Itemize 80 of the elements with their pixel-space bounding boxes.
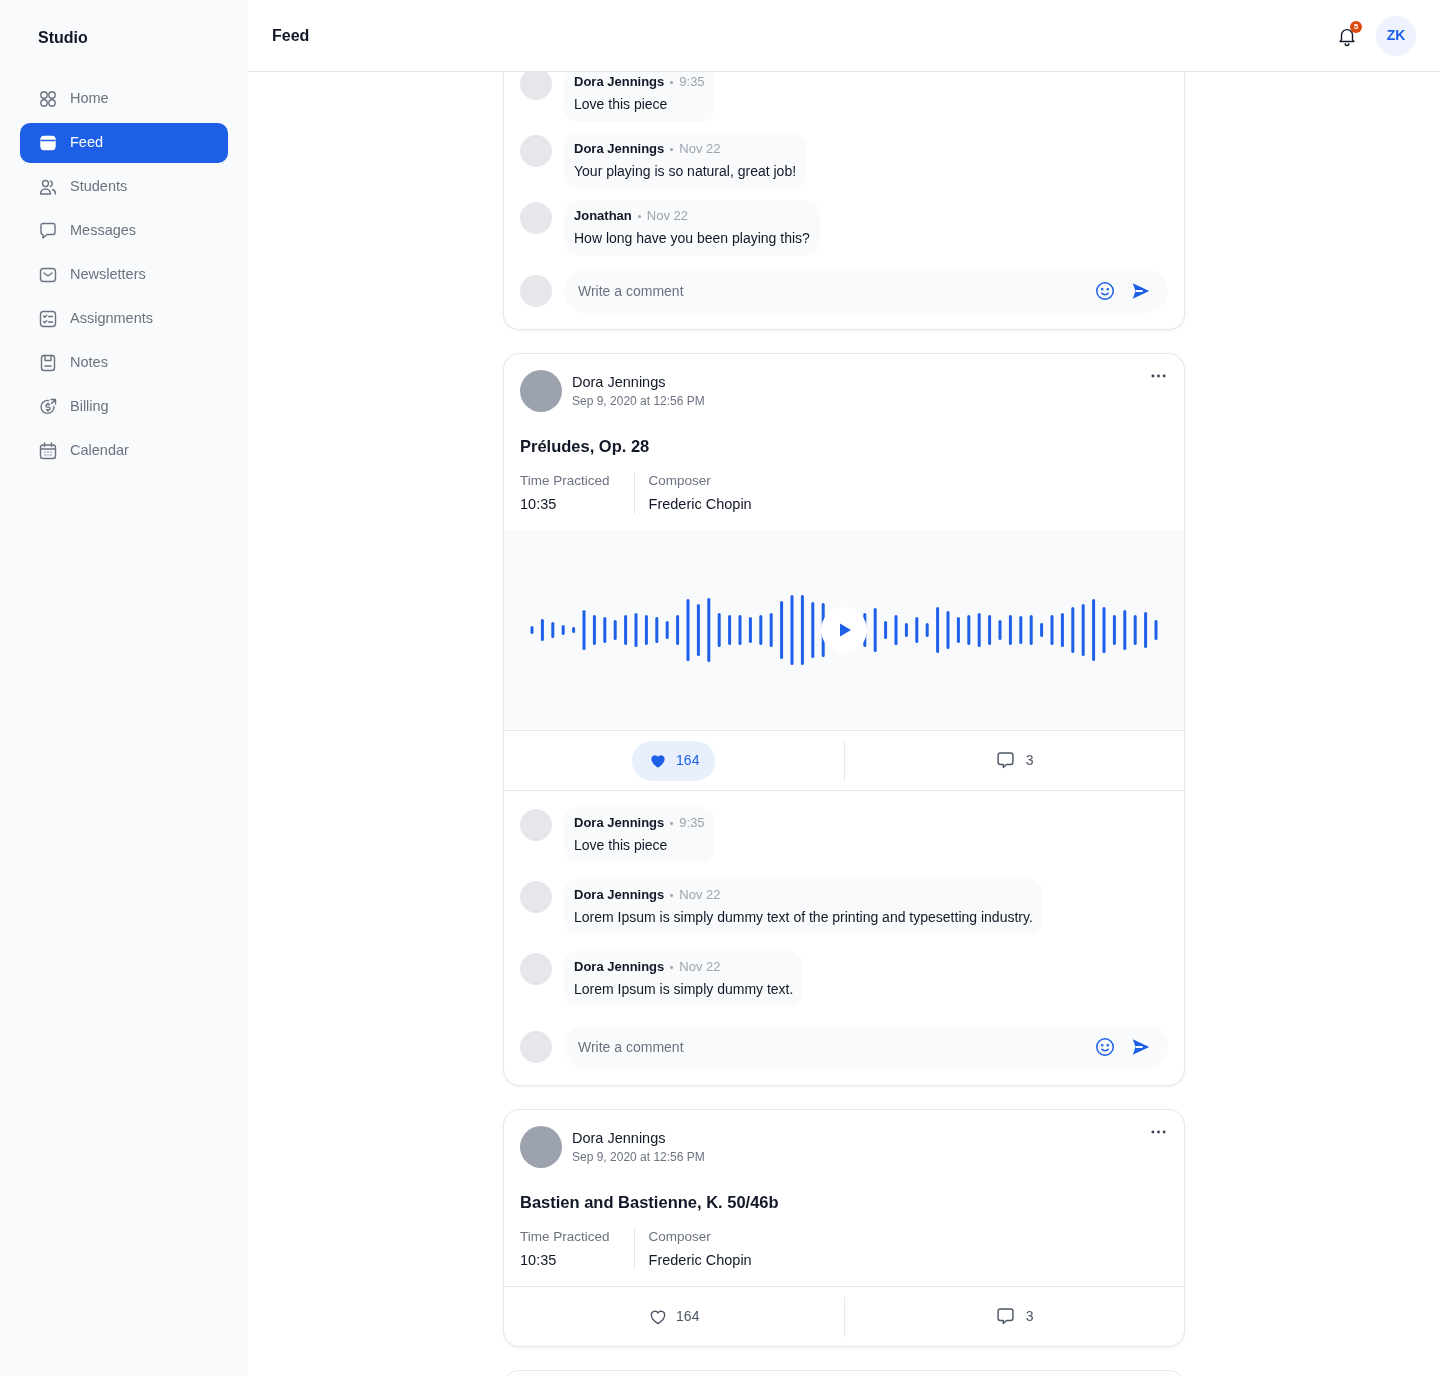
sidebar-item[interactable]: Students [20, 167, 228, 207]
comment-text: Love this piece [574, 836, 669, 855]
sidebar-item[interactable]: Newsletters [20, 255, 228, 295]
comment-field[interactable]: Write a comment [564, 269, 1168, 313]
avatar-placeholder [520, 1031, 552, 1063]
post-title: Préludes, Op. 28 [519, 436, 651, 457]
comment-input[interactable]: Write a comment [578, 280, 1080, 302]
field-label: Composer [648, 1228, 712, 1246]
dollar-coin-icon [38, 397, 58, 417]
brand-name: Studio [37, 28, 89, 48]
post-title: Bastien and Bastienne, K. 50/46b [519, 1192, 780, 1213]
comment-text: How long have you been playing this? [574, 229, 810, 248]
avatar-placeholder [520, 135, 552, 167]
sidebar-item[interactable]: Notes [20, 343, 228, 383]
comments-button[interactable]: 3 [978, 1296, 1050, 1337]
sidebar-item[interactable]: Home [20, 79, 228, 119]
field-value: 10:35 [520, 1251, 558, 1270]
play-button[interactable] [821, 607, 867, 653]
post-date: Sep 9, 2020 at 12:56 PM [572, 1149, 706, 1165]
like-button[interactable]: 164 [632, 1296, 716, 1337]
comment-field[interactable]: Write a comment [564, 1025, 1168, 1069]
card-icon [38, 133, 58, 153]
notification-badge: 5 [1350, 20, 1362, 33]
like-button[interactable]: 164 [632, 740, 716, 781]
sidebar-item[interactable]: Assignments [20, 299, 228, 339]
field-label: Composer [648, 472, 712, 490]
comment-author: Dora Jennings [574, 814, 665, 832]
post-author: Dora Jennings [572, 1129, 667, 1148]
avatar-placeholder [520, 809, 552, 841]
envelope-icon [38, 265, 58, 285]
avatar-placeholder [520, 275, 552, 307]
sidebar-item[interactable]: Billing [20, 387, 228, 427]
play-icon [837, 622, 853, 638]
field-value: Frederic Chopin [648, 1251, 752, 1270]
chat-bubble-icon [38, 221, 58, 241]
sidebar-item[interactable]: Calendar [20, 431, 228, 471]
document-icon [38, 353, 58, 373]
more-options-icon[interactable] [1151, 1130, 1166, 1134]
field-value: Frederic Chopin [648, 495, 752, 514]
sidebar-item[interactable]: Feed [20, 123, 228, 163]
comments-button[interactable]: 3 [978, 740, 1050, 781]
comment-text: Your playing is so natural, great job! [574, 162, 797, 181]
chat-bubble-icon [994, 750, 1016, 771]
avatar-placeholder [520, 202, 552, 234]
comment-time: Nov 22 [646, 207, 688, 225]
more-options-icon[interactable] [1151, 374, 1166, 378]
comment-author: Dora Jennings [574, 958, 665, 976]
notifications-button[interactable]: 5 [1331, 19, 1363, 52]
grid-icon [38, 89, 58, 109]
field-label: Time Practiced [520, 1228, 610, 1246]
field-value: 10:35 [520, 495, 558, 514]
people-icon [38, 177, 58, 197]
emoji-icon[interactable] [1094, 280, 1116, 302]
comment-text: Lorem Ipsum is simply dummy text of the printing and typesetting industry. [574, 908, 1033, 927]
chat-bubble-icon [994, 1306, 1016, 1327]
user-avatar[interactable]: ZK [1376, 15, 1416, 56]
comment-text: Love this piece [574, 95, 669, 114]
comment-author: Dora Jennings [574, 73, 665, 91]
post-author: Dora Jennings [572, 373, 667, 392]
checklist-icon [38, 309, 58, 329]
field-label: Time Practiced [520, 472, 610, 490]
comment-input[interactable]: Write a comment [578, 1036, 1080, 1058]
avatar-placeholder [520, 881, 552, 913]
comment-time: 9:35 [679, 73, 705, 91]
avatar-placeholder [520, 953, 552, 985]
page-title: Feed [272, 25, 311, 46]
sidebar-item[interactable]: Messages [20, 211, 228, 251]
comment-text: Lorem Ipsum is simply dummy text. [574, 980, 794, 999]
photo-placeholder [520, 1126, 562, 1168]
comment-author: Dora Jennings [574, 886, 665, 904]
comment-time: 9:35 [679, 814, 705, 832]
calendar-icon [38, 441, 58, 461]
comment-time: Nov 22 [679, 958, 721, 976]
comment-time: Nov 22 [679, 140, 721, 158]
comment-author: Dora Jennings [574, 140, 665, 158]
comment-author: Jonathan [574, 207, 632, 225]
post-date: Sep 9, 2020 at 12:56 PM [572, 393, 706, 409]
emoji-icon[interactable] [1094, 1036, 1116, 1058]
photo-placeholder [520, 370, 562, 412]
comment-time: Nov 22 [679, 886, 721, 904]
